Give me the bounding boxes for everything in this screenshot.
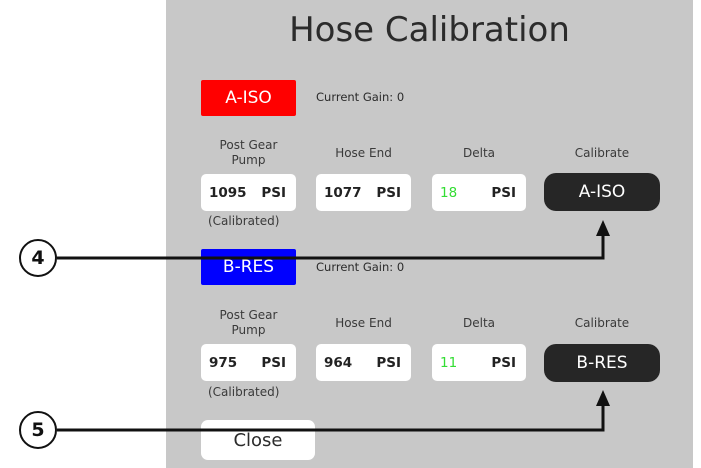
callout-5-line [57, 400, 605, 432]
callout-5-arrowhead [596, 390, 610, 406]
callout-leader-lines [57, 220, 610, 432]
callout-4: 4 [19, 239, 57, 277]
callout-5: 5 [19, 411, 57, 449]
callout-4-arrowhead [596, 220, 610, 236]
callout-4-line [57, 230, 605, 260]
